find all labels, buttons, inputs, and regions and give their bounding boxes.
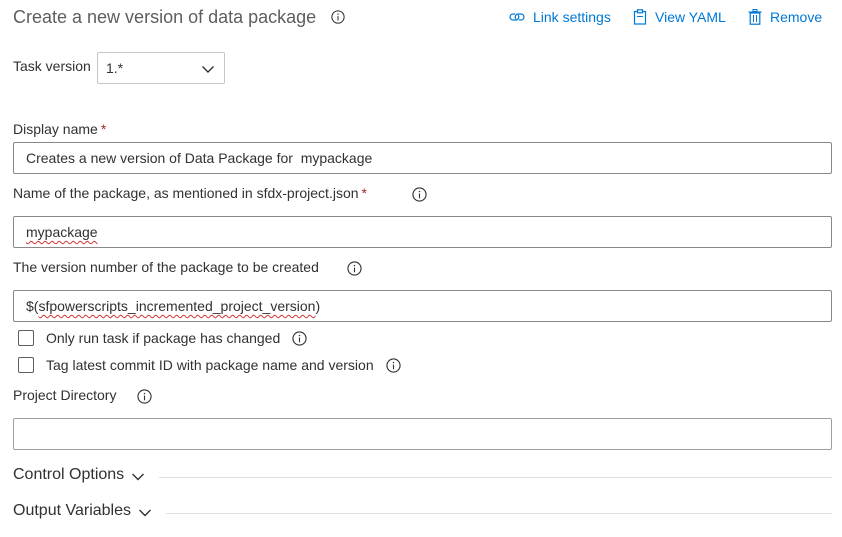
display-name-field[interactable]: Creates a new version of Data Package fo… — [13, 142, 832, 174]
link-settings-label: Link settings — [533, 9, 611, 25]
info-icon[interactable] — [331, 10, 345, 24]
task-version-value: 1.* — [106, 60, 124, 76]
version-number-label: The version number of the package to be … — [13, 259, 319, 275]
link-icon — [509, 13, 525, 21]
tag-commit-row[interactable]: Tag latest commit ID with package name a… — [18, 357, 401, 373]
package-name-value: mypackage — [26, 224, 98, 240]
info-icon[interactable] — [292, 330, 307, 346]
output-variables-toggle[interactable]: Output Variables — [13, 502, 152, 520]
info-icon[interactable] — [412, 187, 427, 202]
project-directory-label: Project Directory — [13, 387, 117, 403]
version-number-prefix: $( — [26, 298, 39, 314]
chevron-down-icon — [202, 66, 214, 73]
only-run-if-changed-label: Only run task if package has changed — [46, 330, 281, 346]
info-icon[interactable] — [347, 261, 362, 276]
package-name-label-text: Name of the package, as mentioned in sfd… — [13, 185, 359, 201]
display-name-label: Display name * — [13, 121, 106, 137]
info-icon[interactable] — [137, 389, 152, 404]
view-yaml-button[interactable]: View YAML — [633, 9, 726, 25]
divider — [166, 513, 832, 514]
tag-commit-label: Tag latest commit ID with package name a… — [46, 357, 374, 373]
clipboard-icon — [633, 9, 647, 25]
remove-label: Remove — [770, 9, 823, 25]
trash-icon — [748, 9, 762, 25]
page-title: Create a new version of data package — [13, 7, 345, 28]
info-icon[interactable] — [385, 357, 401, 373]
task-version-label: Task version — [13, 58, 91, 74]
version-number-suffix: ) — [315, 298, 321, 314]
display-name-label-text: Display name — [13, 121, 98, 137]
display-name-value: Creates a new version of Data Package fo… — [26, 150, 373, 166]
task-version-dropdown[interactable]: 1.* — [97, 52, 225, 84]
required-marker: * — [100, 121, 107, 137]
view-yaml-label: View YAML — [655, 9, 726, 25]
chevron-down-icon — [132, 473, 145, 480]
project-directory-field[interactable] — [13, 418, 832, 450]
divider — [159, 477, 832, 478]
link-settings-button[interactable]: Link settings — [509, 9, 611, 25]
control-options-toggle[interactable]: Control Options — [13, 466, 145, 484]
tag-commit-checkbox[interactable] — [18, 357, 34, 373]
version-number-field[interactable]: $(sfpowerscripts_incremented_project_ver… — [13, 290, 832, 322]
required-marker: * — [361, 185, 367, 201]
remove-button[interactable]: Remove — [748, 9, 822, 25]
version-number-variable: sfpowerscripts_incremented_project_versi… — [38, 298, 316, 314]
output-variables-label: Output Variables — [13, 502, 131, 519]
chevron-down-icon — [139, 509, 151, 516]
package-name-field[interactable]: mypackage — [13, 216, 832, 248]
control-options-label: Control Options — [13, 466, 125, 483]
only-run-if-changed-row[interactable]: Only run task if package has changed — [18, 330, 307, 346]
only-run-if-changed-checkbox[interactable] — [18, 330, 34, 346]
page-title-text: Create a new version of data package — [13, 7, 317, 27]
package-name-label: Name of the package, as mentioned in sfd… — [13, 185, 367, 201]
